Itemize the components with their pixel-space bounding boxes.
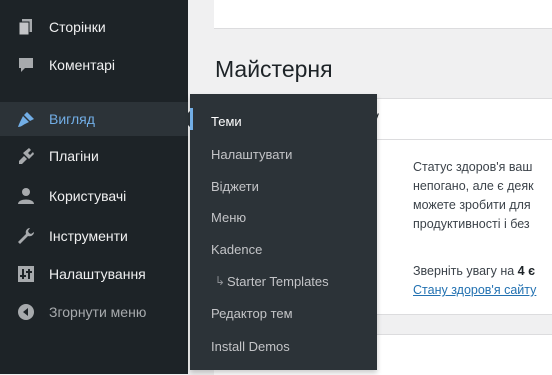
sidebar-item-plugins[interactable]: Плагіни xyxy=(0,139,188,173)
status-line: продуктивності і без xyxy=(413,217,530,231)
admin-sidebar: Сторінки Коментарі Вигляд Плагіни Корист… xyxy=(0,0,188,374)
page-title: Майстерня xyxy=(215,56,333,82)
collapse-arrow-icon xyxy=(18,304,34,320)
sidebar-item-label: Згорнути меню xyxy=(49,304,147,320)
collapse-menu-button[interactable]: Згорнути меню xyxy=(0,295,188,329)
wrench-icon xyxy=(18,228,34,244)
sidebar-item-label: Інструменти xyxy=(49,228,128,244)
submenu-item-customize[interactable]: Налаштувати xyxy=(190,142,377,168)
submenu-item-widgets[interactable]: Віджети xyxy=(190,174,377,200)
submenu-item-label: Starter Templates xyxy=(227,274,329,289)
sidebar-item-comments[interactable]: Коментарі xyxy=(0,48,188,82)
sidebar-item-appearance[interactable]: Вигляд xyxy=(0,102,188,136)
site-health-link[interactable]: Стану здоров'я сайту xyxy=(413,283,552,297)
submenu-item-kadence[interactable]: Kadence xyxy=(190,237,377,263)
status-line: Статус здоров'я ваш xyxy=(413,160,533,174)
status-line: непогано, але є деяк xyxy=(413,179,534,193)
child-indent-arrow-icon: ↳ xyxy=(215,274,226,288)
pages-icon xyxy=(18,19,32,36)
sidebar-item-users[interactable]: Користувачі xyxy=(0,179,188,213)
submenu-item-menus[interactable]: Меню xyxy=(190,205,377,231)
submenu-item-label: Редактор тем xyxy=(211,306,293,321)
notice-count: 4 є xyxy=(517,264,535,278)
sidebar-item-tools[interactable]: Інструменти xyxy=(0,219,188,253)
submenu-item-themes[interactable]: Теми xyxy=(190,109,377,135)
plug-icon xyxy=(19,148,34,164)
notice-prefix: Зверніть увагу на xyxy=(413,264,518,278)
submenu-item-label: Меню xyxy=(211,210,247,225)
sidebar-item-label: Налаштування xyxy=(49,266,146,282)
submenu-item-label: Kadence xyxy=(211,242,263,257)
submenu-item-label: Install Demos xyxy=(211,339,290,354)
submenu-item-starter-templates[interactable]: ↳ Starter Templates xyxy=(190,269,377,295)
appearance-submenu: Теми Налаштувати Віджети Меню Kadence ↳ … xyxy=(190,94,377,370)
submenu-item-theme-editor[interactable]: Редактор тем xyxy=(190,301,377,327)
sidebar-item-label: Користувачі xyxy=(49,188,127,204)
sidebar-item-pages[interactable]: Сторінки xyxy=(0,10,188,44)
comment-bubble-icon xyxy=(19,58,33,72)
settings-sliders-icon xyxy=(18,266,34,282)
submenu-item-install-demos[interactable]: Install Demos xyxy=(190,334,377,360)
submenu-item-label: Віджети xyxy=(211,179,259,194)
submenu-item-label: Налаштувати xyxy=(211,147,293,162)
status-line: можете зробити для xyxy=(413,198,531,212)
paintbrush-icon xyxy=(18,112,34,127)
top-panel xyxy=(214,0,552,29)
sidebar-item-settings[interactable]: Налаштування xyxy=(0,257,188,291)
submenu-pointer xyxy=(182,111,190,127)
notice-text: Зверніть увагу на 4 є xyxy=(413,262,552,280)
sidebar-item-label: Плагіни xyxy=(49,148,99,164)
submenu-item-label: Теми xyxy=(211,114,242,129)
sidebar-item-label: Коментарі xyxy=(49,57,116,73)
user-icon xyxy=(18,188,34,204)
sidebar-item-label: Сторінки xyxy=(49,19,106,35)
sidebar-item-label: Вигляд xyxy=(49,111,95,127)
